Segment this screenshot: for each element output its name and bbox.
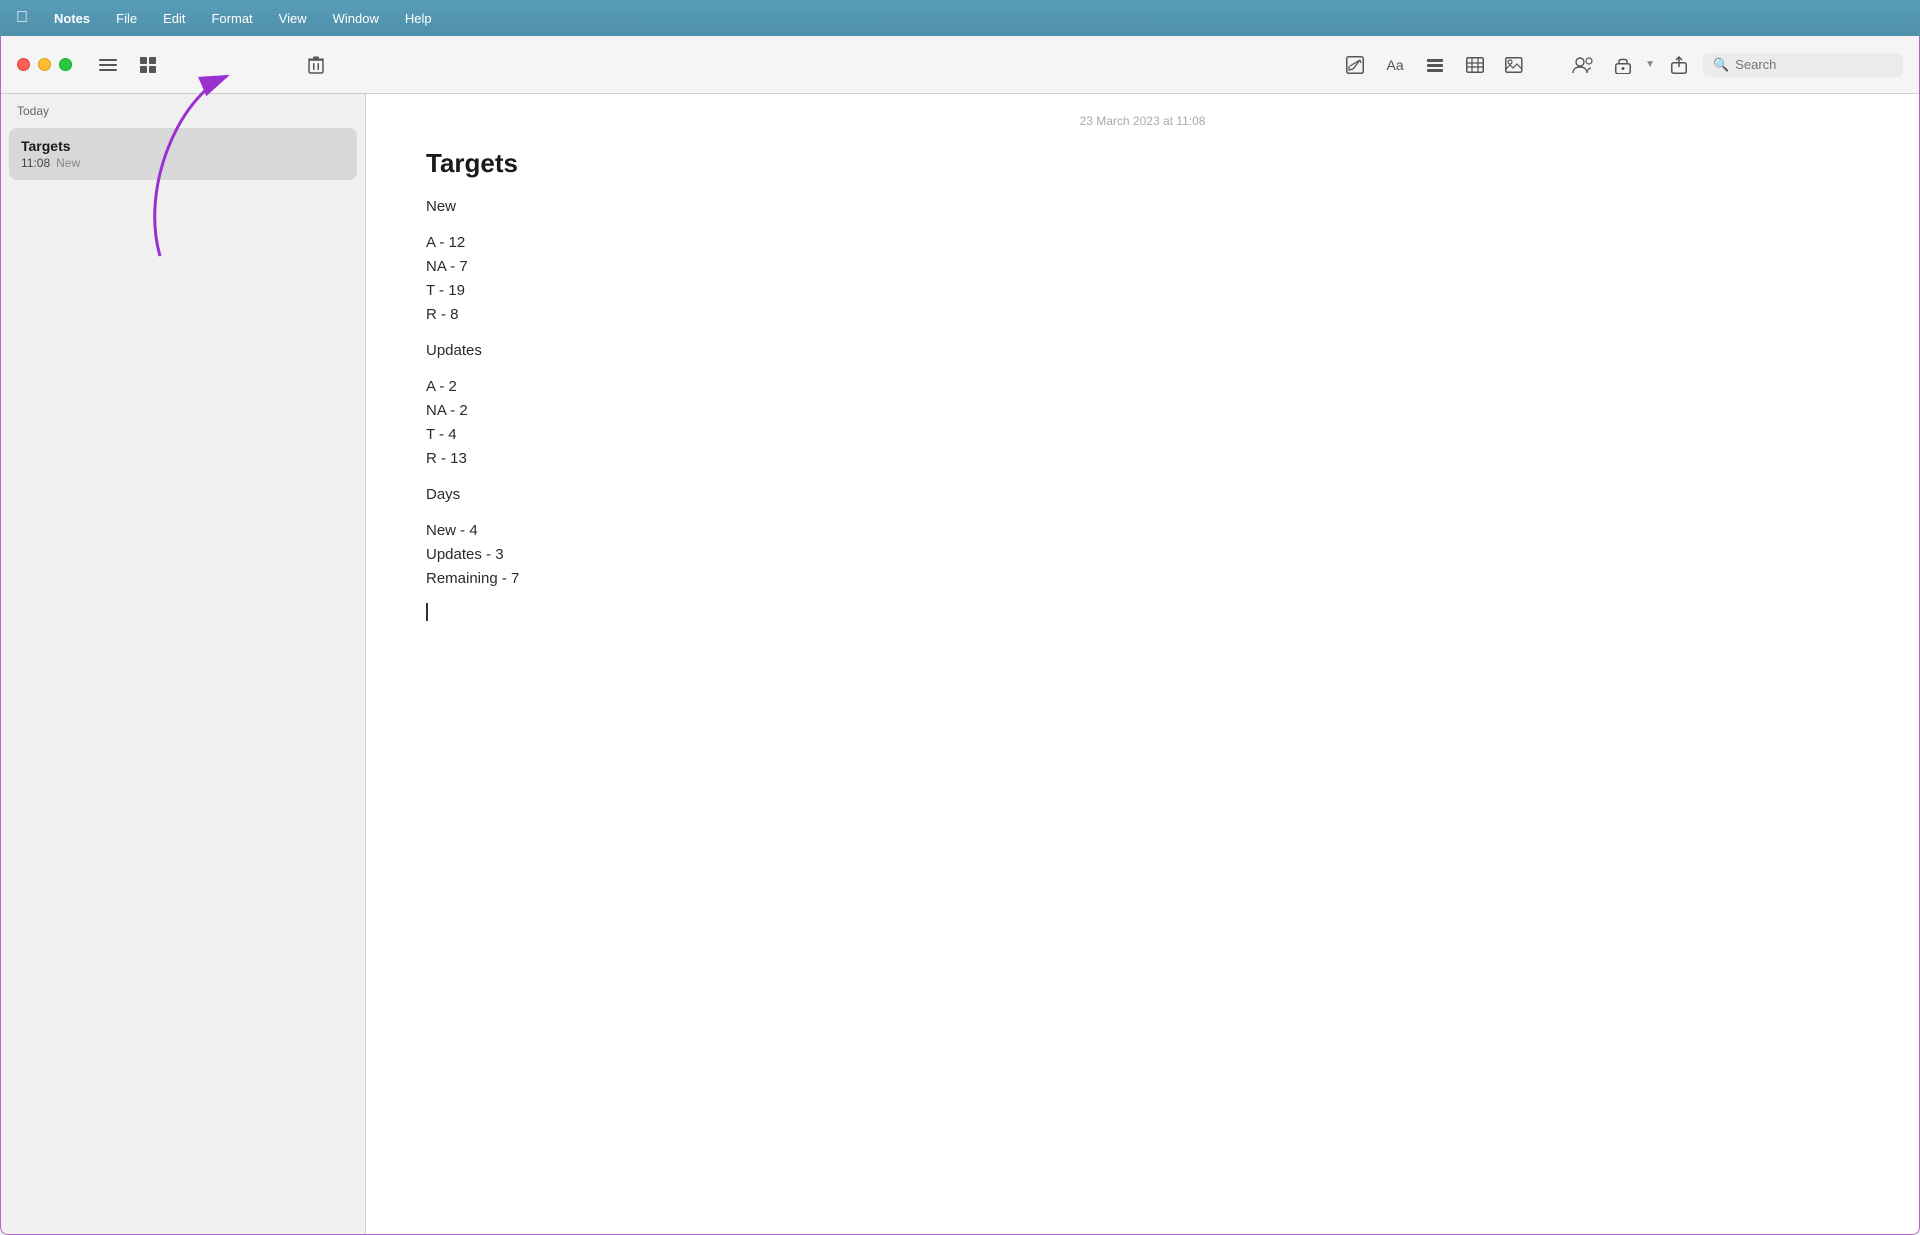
main-area: Today Targets 11:08 New 23 March 2023 at… [1, 94, 1919, 1234]
lock-dropdown[interactable]: ▼ [1645, 59, 1655, 70]
search-input[interactable] [1735, 57, 1875, 72]
note-item-preview: New [56, 156, 80, 170]
delete-button[interactable] [300, 51, 332, 79]
close-button[interactable] [17, 58, 30, 71]
minimize-button[interactable] [38, 58, 51, 71]
note-editor-title[interactable]: Targets [426, 148, 1859, 179]
menu-file[interactable]: File [112, 9, 141, 28]
line-7: Updates [426, 339, 1859, 363]
line-4: T - 19 [426, 279, 1859, 303]
note-item-meta: 11:08 New [21, 156, 345, 170]
collaborate-button[interactable] [1567, 51, 1599, 79]
checklist-button[interactable] [1419, 51, 1451, 79]
sidebar: Today Targets 11:08 New [1, 94, 366, 1234]
collaborate-icon [1572, 56, 1594, 74]
line-11: T - 4 [426, 423, 1859, 447]
note-date: 23 March 2023 at 11:08 [426, 114, 1859, 128]
gallery-icon [140, 57, 156, 73]
svg-text:▼: ▼ [1523, 63, 1525, 73]
note-item-title: Targets [21, 138, 345, 154]
menubar:  Notes File Edit Format View Window Hel… [0, 0, 1920, 36]
note-body[interactable]: New A - 12 NA - 7 T - 19 R - 8 Updates A… [426, 195, 1859, 621]
notes-window: Aa ▼ [0, 36, 1920, 1235]
media-icon: ▼ [1505, 57, 1525, 73]
line-14: Days [426, 483, 1859, 507]
lock-icon [1615, 56, 1631, 74]
text-cursor [426, 603, 428, 621]
apple-menu[interactable]:  [16, 9, 28, 27]
line-2: A - 12 [426, 231, 1859, 255]
line-3: NA - 7 [426, 255, 1859, 279]
menu-notes[interactable]: Notes [50, 9, 94, 28]
right-panel: 23 March 2023 at 11:08 Targets New A - 1… [366, 94, 1919, 1234]
line-17: Updates - 3 [426, 543, 1859, 567]
menu-edit[interactable]: Edit [159, 9, 189, 28]
lock-button[interactable] [1607, 51, 1639, 79]
line-5: R - 8 [426, 303, 1859, 327]
line-12: R - 13 [426, 447, 1859, 471]
note-item-time: 11:08 [21, 156, 50, 170]
share-button[interactable] [1663, 51, 1695, 79]
sidebar-section-today: Today [1, 94, 365, 124]
fullscreen-button[interactable] [59, 58, 72, 71]
note-editor[interactable]: 23 March 2023 at 11:08 Targets New A - 1… [366, 94, 1919, 1234]
menu-view[interactable]: View [275, 9, 311, 28]
line-16: New - 4 [426, 519, 1859, 543]
new-note-button[interactable] [1339, 51, 1371, 79]
menu-format[interactable]: Format [207, 9, 256, 28]
checklist-icon [1426, 56, 1444, 74]
line-9: A - 2 [426, 375, 1859, 399]
share-icon [1671, 56, 1687, 74]
menu-window[interactable]: Window [329, 9, 383, 28]
list-icon [99, 58, 117, 72]
gallery-view-button[interactable] [132, 51, 164, 79]
line-18: Remaining - 7 [426, 567, 1859, 591]
trash-icon [308, 56, 324, 74]
table-button[interactable] [1459, 51, 1491, 79]
note-list-item[interactable]: Targets 11:08 New [9, 128, 357, 180]
search-icon: 🔍 [1713, 57, 1729, 73]
cursor-line [426, 603, 1859, 621]
line-10: NA - 2 [426, 399, 1859, 423]
new-note-icon [1346, 56, 1364, 74]
text-format-button[interactable]: Aa [1379, 51, 1411, 79]
menu-help[interactable]: Help [401, 9, 436, 28]
table-icon [1466, 57, 1484, 73]
media-button[interactable]: ▼ [1499, 51, 1531, 79]
line-0: New [426, 195, 1859, 219]
content-area: 23 March 2023 at 11:08 Targets New A - 1… [366, 94, 1919, 1234]
main-toolbar: Aa ▼ [1, 36, 1919, 94]
search-box[interactable]: 🔍 [1703, 53, 1903, 77]
list-view-button[interactable] [92, 51, 124, 79]
